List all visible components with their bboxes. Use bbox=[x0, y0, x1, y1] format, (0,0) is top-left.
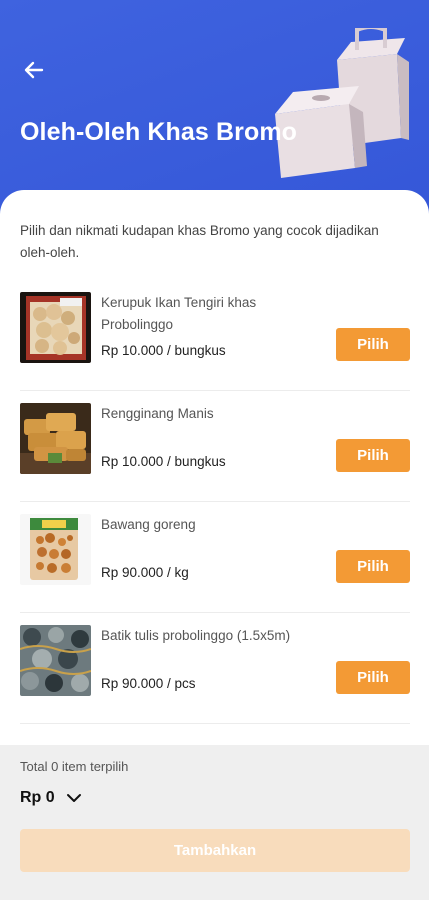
total-label: Total 0 item terpilih bbox=[20, 759, 129, 774]
back-button[interactable] bbox=[18, 56, 50, 84]
product-name: Rengginang Manis bbox=[101, 406, 214, 421]
arrow-left-icon bbox=[24, 61, 44, 79]
list-item: Bawang goreng Rp 90.000 / kg Pilih bbox=[20, 502, 410, 613]
batik-image bbox=[20, 625, 91, 696]
gift-boxes-illustration bbox=[275, 28, 409, 178]
pick-button[interactable]: Pilih bbox=[336, 328, 410, 361]
total-value: Rp 0 bbox=[20, 789, 55, 806]
product-name: Bawang goreng bbox=[101, 517, 196, 532]
list-item: Batik tulis probolinggo (1.5x5m) Rp 90.0… bbox=[20, 613, 410, 724]
chevron-down-icon bbox=[66, 794, 81, 802]
product-list: Kerupuk Ikan Tengiri khas Probolinggo Rp… bbox=[20, 280, 410, 724]
product-price: Rp 10.000 / bungkus bbox=[101, 343, 226, 358]
product-name: Kerupuk Ikan Tengiri khas Probolinggo bbox=[101, 295, 257, 332]
product-price: Rp 90.000 / pcs bbox=[101, 676, 196, 691]
list-item: Rengginang Manis Rp 10.000 / bungkus Pil… bbox=[20, 391, 410, 502]
pick-button[interactable]: Pilih bbox=[336, 550, 410, 583]
product-price: Rp 10.000 / bungkus bbox=[101, 454, 226, 469]
page-title: Oleh-Oleh Khas Bromo bbox=[20, 118, 298, 146]
pick-button[interactable]: Pilih bbox=[336, 439, 410, 472]
list-item: Kerupuk Ikan Tengiri khas Probolinggo Rp… bbox=[20, 280, 410, 391]
content-card: Pilih dan nikmati kudapan khas Bromo yan… bbox=[0, 190, 429, 750]
product-price: Rp 90.000 / kg bbox=[101, 565, 189, 580]
bawang-goreng-image bbox=[20, 514, 91, 585]
add-button[interactable]: Tambahkan bbox=[20, 829, 410, 872]
total-toggle[interactable]: Rp 0 bbox=[20, 789, 83, 807]
rengginang-image bbox=[20, 403, 91, 474]
kerupuk-image bbox=[20, 292, 91, 363]
intro-text: Pilih dan nikmati kudapan khas Bromo yan… bbox=[20, 223, 379, 260]
footer: Total 0 item terpilih Rp 0 Tambahkan bbox=[0, 745, 429, 900]
header: Oleh-Oleh Khas Bromo bbox=[0, 0, 429, 215]
pick-button[interactable]: Pilih bbox=[336, 661, 410, 694]
product-name: Batik tulis probolinggo (1.5x5m) bbox=[101, 628, 291, 643]
